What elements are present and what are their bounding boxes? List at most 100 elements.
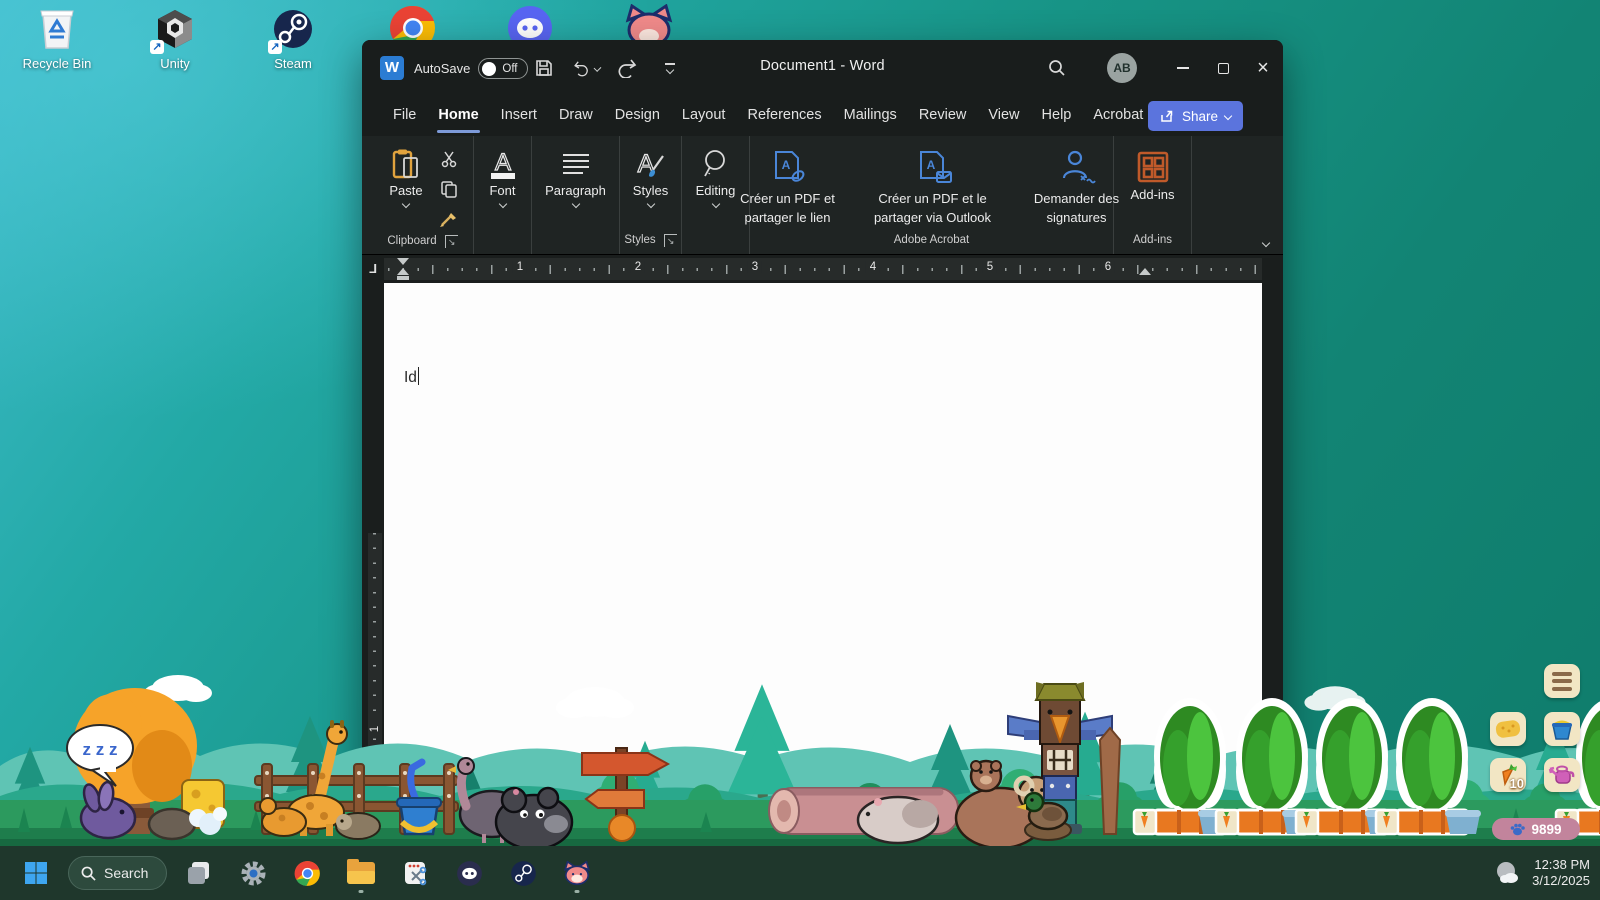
svg-text:A: A (926, 158, 935, 172)
sloth[interactable] (336, 813, 380, 839)
start-button[interactable] (14, 851, 58, 895)
clipboard-group-label: Clipboard (387, 235, 436, 247)
bucket-tool-button[interactable] (1544, 712, 1580, 746)
paw-count: 9899 (1531, 822, 1561, 837)
chevron-down-icon (1224, 112, 1232, 120)
desktop-icon-label: Recycle Bin (9, 56, 105, 71)
hanging-indent-marker[interactable] (397, 268, 409, 275)
taskbar-app-snipping-tool[interactable] (393, 851, 437, 895)
addins-label: Add-ins (1130, 187, 1174, 202)
tab-home[interactable]: Home (427, 96, 489, 136)
create-pdf-outlook-button[interactable]: A Créer un PDF et le partager via Outloo… (859, 146, 1007, 228)
copy-button[interactable] (434, 176, 464, 202)
game-menu-button[interactable] (1544, 664, 1580, 698)
paragraph-label: Paragraph (545, 183, 606, 198)
desktop-icon-recycle-bin[interactable]: Recycle Bin (9, 6, 105, 71)
clock-date: 3/12/2025 (1532, 873, 1590, 889)
minimize-button[interactable] (1163, 48, 1203, 88)
styles-label: Styles (633, 183, 668, 198)
tab-selector[interactable]: L (364, 258, 382, 279)
styles-dialog-launcher[interactable]: ↘ (664, 234, 677, 247)
carrot-feed-button[interactable]: 10 (1490, 758, 1526, 792)
search-label: Search (104, 865, 148, 881)
adobe-acrobat-group: A Créer un PDF et partager le lien A (750, 136, 1114, 254)
collapse-ribbon-chevron[interactable] (1262, 239, 1270, 247)
acrobat-group-label: Adobe Acrobat (894, 234, 969, 246)
chevron-down-icon (711, 200, 719, 208)
maximize-button[interactable] (1203, 48, 1243, 88)
taskbar-search[interactable]: Search (68, 856, 167, 890)
taskbar-app-file-explorer[interactable] (339, 851, 383, 895)
tab-review[interactable]: Review (908, 96, 978, 136)
tab-help[interactable]: Help (1031, 96, 1083, 136)
styles-group-label: Styles (624, 234, 655, 246)
pet-game-scene: z z z (0, 656, 1600, 846)
svg-text:A: A (494, 149, 510, 176)
taskbar-clock[interactable]: 12:38 PM 3/12/2025 (1532, 857, 1590, 889)
clipboard-group: Paste (372, 136, 474, 254)
signature-person-icon (1057, 146, 1097, 186)
desktop-icon-steam[interactable]: ↗ Steam (245, 6, 341, 71)
search-button[interactable] (1037, 48, 1077, 88)
horizontal-ruler[interactable]: 1 2 3 4 5 6 (384, 258, 1262, 280)
taskbar: Search (0, 846, 1600, 900)
format-painter-button[interactable] (434, 206, 464, 232)
chrome-icon (294, 860, 321, 887)
desktop-icon-label: Unity (127, 56, 223, 71)
right-indent-marker[interactable] (1139, 268, 1151, 275)
share-button[interactable]: Share (1148, 101, 1243, 131)
font-icon: A (486, 146, 520, 180)
taskbar-app-discord[interactable] (447, 851, 491, 895)
styles-button[interactable]: A Styles (623, 144, 679, 207)
tab-references[interactable]: References (736, 96, 832, 136)
weather-icon[interactable] (1494, 860, 1522, 886)
shortcut-arrow-icon: ↗ (150, 40, 164, 54)
paragraph-button[interactable]: Paragraph (538, 144, 614, 207)
running-indicator (359, 890, 364, 893)
tab-design[interactable]: Design (604, 96, 671, 136)
first-line-indent-marker[interactable] (397, 258, 409, 265)
taskbar-app-fox-game[interactable] (555, 851, 599, 895)
paste-label: Paste (389, 183, 422, 198)
share-label: Share (1182, 109, 1218, 124)
water-trough[interactable] (1445, 810, 1481, 834)
discord-icon (456, 860, 483, 887)
font-button[interactable]: A Font (475, 144, 531, 207)
tab-file[interactable]: File (382, 96, 427, 136)
document-text: Id (404, 367, 419, 387)
shortcut-arrow-icon: ↗ (268, 40, 282, 54)
running-indicator (575, 890, 580, 893)
tab-draw[interactable]: Draw (548, 96, 604, 136)
paw-points-counter: 9899 (1492, 818, 1580, 840)
search-icon (81, 866, 96, 881)
desktop-icon-unity[interactable]: ↗ Unity (127, 6, 223, 71)
taskbar-app-steam[interactable] (501, 851, 545, 895)
clock-time: 12:38 PM (1532, 857, 1590, 873)
title-bar: W AutoSave Off (362, 40, 1283, 96)
font-label: Font (489, 183, 515, 198)
chevron-down-icon (646, 200, 654, 208)
tab-layout[interactable]: Layout (671, 96, 737, 136)
addins-button[interactable]: Add-ins (1121, 148, 1185, 202)
tab-view[interactable]: View (977, 96, 1030, 136)
chevron-down-icon (402, 200, 410, 208)
cut-button[interactable] (434, 146, 464, 172)
bucket-icon (1550, 717, 1574, 741)
tab-insert[interactable]: Insert (490, 96, 548, 136)
tab-acrobat[interactable]: Acrobat (1082, 96, 1154, 136)
sponge-tool-button[interactable] (1490, 712, 1526, 746)
tab-mailings[interactable]: Mailings (833, 96, 908, 136)
watering-can-button[interactable] (1544, 758, 1580, 792)
taskbar-app-settings[interactable] (231, 851, 275, 895)
close-button[interactable]: × (1243, 48, 1283, 88)
create-pdf-share-link-button[interactable]: A Créer un PDF et partager le lien (721, 146, 855, 228)
taskbar-app-desktops[interactable] (177, 851, 221, 895)
taskbar-app-chrome[interactable] (285, 851, 329, 895)
share-icon (1160, 109, 1175, 123)
account-avatar[interactable]: AB (1107, 53, 1137, 83)
left-indent-marker[interactable] (397, 276, 409, 280)
addins-group: Add-ins Add-ins (1114, 136, 1192, 254)
paste-button[interactable]: Paste (378, 144, 434, 207)
clipboard-dialog-launcher[interactable]: ↘ (445, 235, 458, 248)
guinea-pig[interactable] (858, 797, 938, 843)
